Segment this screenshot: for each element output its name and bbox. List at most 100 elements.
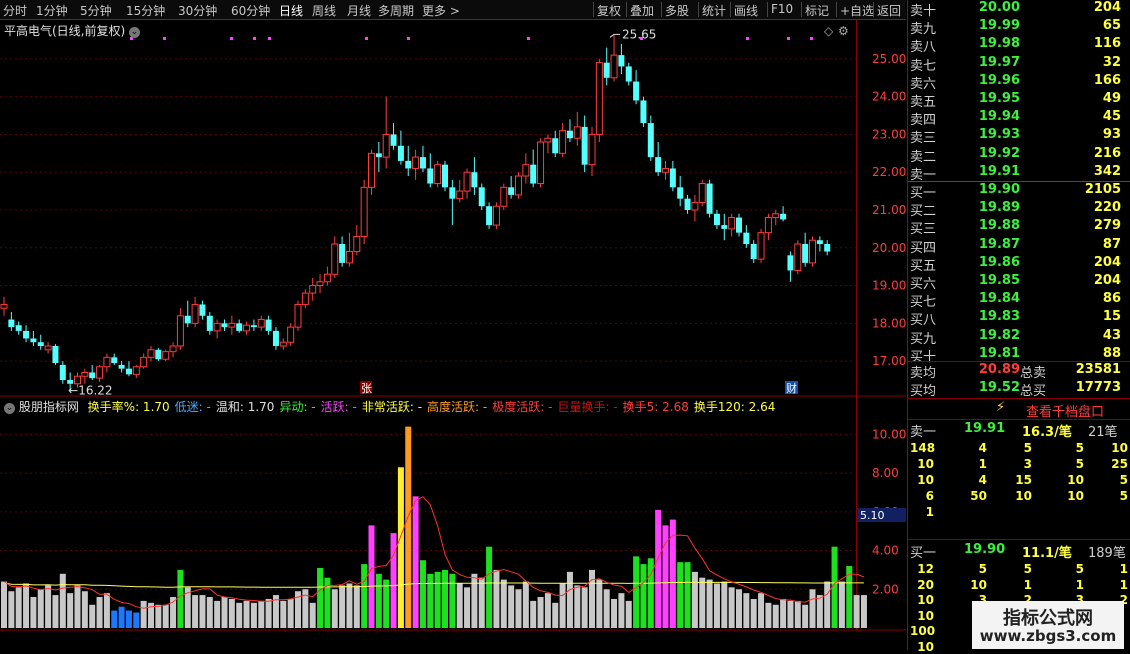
candle-body [471, 172, 478, 188]
candle [647, 115, 654, 161]
view-depth-button[interactable]: ⚡ 查看千档盘口 [908, 399, 1130, 420]
candle [780, 206, 787, 222]
candle [809, 236, 816, 267]
candle-body [757, 232, 765, 260]
period-tab-6[interactable]: 日线 [279, 2, 303, 19]
period-tab-1[interactable]: 1分钟 [36, 2, 68, 19]
toolbar-button-7[interactable]: +自选 [840, 2, 874, 19]
turnover-bar [625, 600, 632, 628]
toolbar-button-6[interactable]: 标记 [805, 2, 829, 19]
candle-body [618, 55, 625, 67]
candle [162, 349, 170, 362]
candle [633, 70, 640, 105]
ask-queue-cell: 50 [970, 489, 987, 503]
site-watermark: 指标公式网 www.zbgs3.com [972, 601, 1124, 649]
period-tab-3[interactable]: 15分钟 [126, 2, 165, 19]
turnover-bar [787, 600, 794, 628]
candle-body [552, 138, 559, 154]
toolbar-button-0[interactable]: 复权 [597, 2, 621, 19]
candle [721, 213, 728, 241]
period-tab-0[interactable]: 分时 [3, 2, 27, 19]
candle-body [698, 183, 706, 203]
toolbar-divider [801, 2, 802, 17]
candle-body [96, 366, 104, 379]
period-tab-7[interactable]: 周线 [312, 2, 336, 19]
ask-label: 卖二 [910, 149, 937, 165]
indicator-name[interactable]: 股朋指标网 [19, 400, 79, 414]
toolbar-button-3[interactable]: 统计 [702, 2, 726, 19]
toolbar-button-4[interactable]: 画线 [734, 2, 758, 19]
turnover-bar [23, 583, 30, 628]
toolbar-button-1[interactable]: 叠加 [630, 2, 654, 19]
bid-queue-cell: 1 [1119, 562, 1128, 576]
event-dot [407, 37, 410, 40]
candle [802, 232, 809, 267]
ask-queue-cell: 10 [1067, 489, 1084, 503]
bid-volume: 88 [1102, 345, 1121, 361]
event-dot [253, 37, 256, 40]
turnover-bar [736, 589, 742, 628]
candle-body [640, 100, 647, 124]
candle [228, 315, 236, 335]
candle-body [81, 371, 89, 377]
candle [713, 210, 720, 229]
bid-volume: 204 [1093, 254, 1121, 270]
candle [655, 142, 662, 176]
turnover-bar [581, 587, 588, 628]
candle [552, 130, 559, 158]
turnover-bar [206, 597, 213, 628]
event-dot [746, 37, 749, 40]
turnover-bar [243, 600, 250, 628]
bid-row: 买四 19.87 87 [908, 237, 1130, 256]
candle [52, 344, 59, 365]
toolbar-button-2[interactable]: 多股 [665, 2, 689, 19]
candle [309, 278, 317, 301]
ask-row: 卖十 20.00 204 [908, 0, 1130, 19]
turnover-bar [427, 573, 434, 628]
total-buy-label: 总买 [1020, 384, 1047, 399]
toolbar-button-5[interactable]: F10 [771, 2, 793, 16]
candle [81, 368, 89, 384]
toolbar-button-8[interactable]: 返回 [877, 2, 901, 19]
turnover-bar [449, 573, 456, 628]
turnover-bar [713, 583, 720, 628]
bid-row: 买二 19.89 220 [908, 200, 1130, 220]
candle-body [309, 285, 317, 294]
indicator-menu-icon[interactable]: ⌄ [4, 403, 15, 414]
divider [908, 419, 1130, 420]
period-tab-8[interactable]: 月线 [347, 2, 371, 19]
ask-queue-cell: 4 [978, 441, 987, 455]
ask-price: 19.96 [978, 72, 1020, 88]
candle [243, 321, 251, 335]
bid1-queue-header: 买一 19.90 11.1/笔 189笔 [908, 542, 1130, 561]
candle [316, 274, 324, 294]
buy-avg-value: 19.52 [978, 380, 1020, 395]
bid-label: 买二 [910, 204, 937, 220]
bid-queue-cell: 1 [1119, 577, 1128, 592]
turnover-bar [81, 591, 88, 628]
period-tab-10[interactable]: 更多 > [422, 2, 460, 19]
candle-body [132, 366, 140, 375]
candle-body [463, 171, 471, 192]
turnover-bar [96, 597, 103, 628]
bid-volume: 15 [1102, 309, 1121, 325]
chevron-down-icon[interactable]: ⌄ [129, 27, 141, 38]
period-tab-5[interactable]: 60分钟 [231, 2, 270, 19]
turnover-bar [250, 602, 257, 628]
candle-body [345, 251, 353, 264]
turnover-bar [552, 602, 559, 628]
turnover-bar [118, 606, 125, 628]
period-tab-4[interactable]: 30分钟 [178, 2, 217, 19]
turnover-bar [52, 595, 59, 628]
price-tick-label: 25.00 [872, 52, 906, 66]
candle-body [353, 235, 361, 253]
date-label: 2025年 [4, 631, 47, 632]
ask-row: 卖六 19.96 166 [908, 72, 1130, 92]
period-tab-2[interactable]: 5分钟 [80, 2, 112, 19]
candle [427, 153, 434, 188]
buy-avg-label: 买均 [910, 384, 937, 399]
candle-body [750, 244, 757, 260]
period-tab-9[interactable]: 多周期 [378, 2, 414, 19]
candle [360, 179, 368, 244]
kline-chart-area[interactable]: 25.0024.0023.0022.0021.0020.0019.0018.00… [0, 20, 906, 632]
